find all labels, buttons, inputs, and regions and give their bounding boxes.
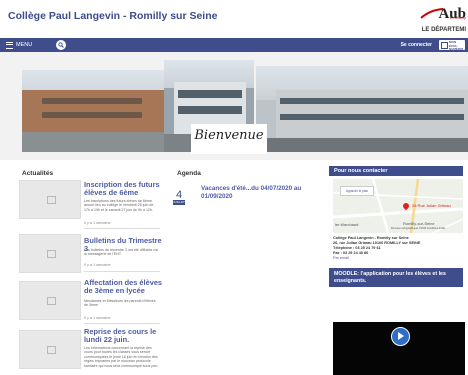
news-title[interactable]: Inscription des futurs élèves de 6ème [84, 181, 164, 197]
news-thumbnail[interactable] [19, 330, 81, 369]
news-excerpt: Les bulletins du trimestre 3 ont été dif… [84, 248, 158, 257]
location-map[interactable]: Agrandir le plan 26 Rue Julian Grimau Ro… [333, 179, 463, 233]
news-thumbnail[interactable] [19, 234, 81, 273]
map-label: ier Marchand [335, 222, 359, 227]
contact-header-label: Pour nous contacter [334, 168, 388, 174]
divider [84, 323, 160, 324]
news-thumbnail[interactable] [19, 281, 81, 320]
news-title[interactable]: Reprise des cours le lundi 22 juin. [84, 328, 164, 344]
menu-button[interactable]: MENU [6, 40, 32, 50]
menu-label: MENU [16, 42, 33, 48]
image-placeholder-icon [47, 196, 56, 204]
ent-icon [441, 42, 448, 49]
search-button[interactable] [56, 40, 66, 50]
map-city-label: Romilly-sur-Seine [403, 221, 435, 226]
news-title[interactable]: Affectation des élèves de 3ème en lycée [84, 279, 164, 295]
enlarge-map-button[interactable]: Agrandir le plan [340, 186, 374, 196]
aube-department-logo[interactable]: Aub en Champ LE DÉPARTEMI [396, 6, 468, 36]
contact-address-block: Collège Paul Langevin - Romilly sur Sein… [333, 236, 465, 261]
site-header: Collège Paul Langevin - Romilly sur Sein… [0, 0, 468, 38]
divider [84, 228, 160, 229]
news-date: Il y a 1 semaine [84, 263, 111, 267]
building-photo-right [256, 66, 468, 152]
site-title[interactable]: Collège Paul Langevin - Romilly sur Sein… [8, 10, 217, 22]
image-placeholder-icon [47, 297, 56, 305]
news-excerpt: Les inscriptions des futurs élèves de 6è… [84, 199, 154, 212]
ent-button[interactable]: MON ÉCOL NUMÉRIQ [439, 40, 465, 51]
contact-email-link[interactable]: Par email [333, 256, 465, 261]
logo-brand: Aub [438, 6, 466, 22]
news-excerpt: Les informations concernant la reprise d… [84, 346, 159, 368]
welcome-caption: Bienvenue [194, 128, 264, 143]
map-pin-label: 26 Rue Julian Grimau [412, 203, 451, 208]
logo-department: LE DÉPARTEMI [421, 27, 466, 33]
welcome-caption-box: Bienvenue [191, 124, 267, 154]
news-date: Il y a 1 semaine [84, 221, 111, 225]
news-excerpt: Mesdames et Messieurs les parents d'élèv… [84, 299, 156, 308]
contact-header: Pour nous contacter [329, 166, 463, 176]
news-date: Il y a 1 semaine [84, 316, 111, 320]
hamburger-icon [6, 41, 13, 49]
building-photo-left [22, 70, 164, 152]
ent-label: MON ÉCOL NUMÉRIQ [449, 40, 464, 51]
logo-subtitle: en Champ [449, 16, 466, 20]
agenda-event-title[interactable]: Vacances d'été...du 04/07/2020 au 01/09/… [201, 185, 311, 201]
news-thumbnail[interactable] [19, 180, 81, 219]
news-section-title: Actualités [22, 170, 54, 177]
image-placeholder-icon [47, 346, 56, 354]
moodle-video[interactable] [333, 322, 465, 375]
moodle-header: MOODLE: l'application pour les élèves et… [329, 268, 463, 287]
divider [84, 271, 160, 272]
nav-bar: MENU Se connecter MON ÉCOL NUMÉRIQ [0, 38, 468, 52]
map-attribution: Données cartographiques ©2020 Conditions… [391, 227, 446, 230]
login-link[interactable]: Se connecter [401, 42, 432, 48]
moodle-header-label: MOODLE: l'application pour les élèves et… [334, 271, 446, 284]
agenda-section-title: Agenda [177, 170, 201, 177]
play-icon[interactable] [391, 327, 410, 346]
search-icon [58, 42, 64, 48]
agenda-date-month: JUILLET [173, 200, 185, 205]
image-placeholder-icon [47, 250, 56, 258]
